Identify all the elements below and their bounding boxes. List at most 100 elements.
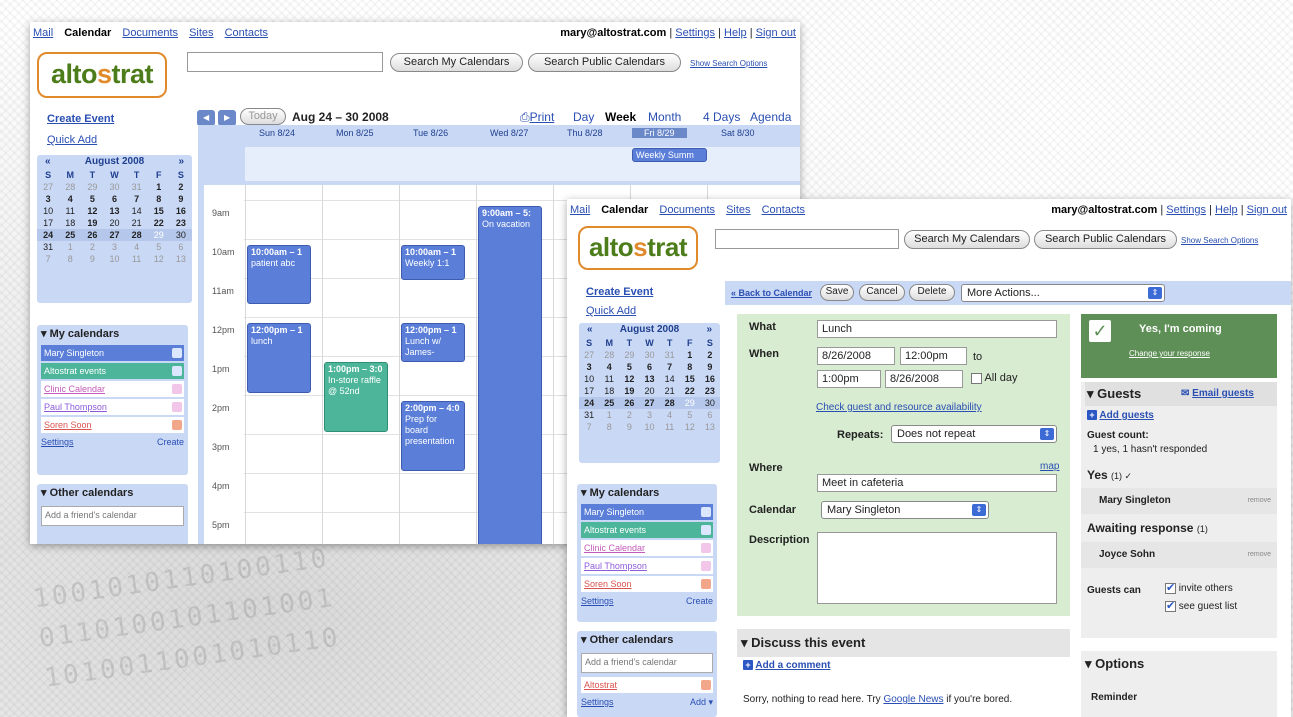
add-friend-calendar-input[interactable]: Add a friend's calendar	[41, 506, 184, 526]
mini-calendar-day[interactable]: 14	[126, 205, 148, 217]
nav-sites[interactable]: Sites	[726, 204, 750, 216]
mini-calendar-day[interactable]: 5	[619, 361, 639, 373]
calendar-item[interactable]: Mary Singleton	[41, 345, 184, 361]
options-title[interactable]: ▾ Options	[1085, 656, 1144, 672]
calendar-item[interactable]: Soren Soon	[581, 576, 713, 592]
today-button[interactable]: Today	[240, 108, 286, 125]
invite-others-checkbox[interactable]	[1165, 581, 1176, 594]
mini-calendar-day[interactable]: 2	[619, 409, 639, 421]
mini-calendar-day[interactable]: 14	[660, 373, 680, 385]
calendar-event[interactable]: 10:00am – 1 patient abc	[247, 245, 311, 304]
mini-calendar-day[interactable]: 20	[639, 385, 659, 397]
calendar-menu-icon[interactable]	[701, 507, 711, 517]
mini-calendar-day[interactable]: 3	[639, 409, 659, 421]
prev-week-button[interactable]: ◀	[197, 110, 215, 126]
mini-calendar-day[interactable]: 28	[659, 397, 680, 409]
mini-calendar-day[interactable]: 18	[59, 217, 81, 229]
calendar-event[interactable]: 9:00am – 5: On vacation	[478, 206, 542, 544]
check-availability-link[interactable]: Check guest and resource availability	[816, 402, 982, 413]
mini-calendar-day[interactable]: 25	[59, 229, 82, 241]
mini-calendar-day[interactable]: 16	[700, 373, 720, 385]
where-input[interactable]: Meet in cafeteria	[817, 474, 1057, 492]
see-guest-list-checkbox[interactable]	[1165, 599, 1176, 612]
mini-calendar-day[interactable]: 12	[680, 421, 700, 433]
mini-calendar-day[interactable]: 31	[579, 409, 599, 421]
mini-calendar-day[interactable]: 26	[81, 229, 104, 241]
calendar-event[interactable]: 2:00pm – 4:0 Prep for board presentation	[401, 401, 465, 472]
calendar-menu-icon[interactable]	[172, 348, 182, 358]
other-calendars-title[interactable]: ▾ Other calendars	[577, 631, 717, 649]
my-calendars-title[interactable]: ▾ My calendars	[37, 325, 188, 343]
mini-calendar-day[interactable]: 23	[170, 217, 192, 229]
calendar-item[interactable]: Clinic Calendar	[581, 540, 713, 556]
mini-calendar-day[interactable]: 2	[81, 241, 103, 253]
repeats-select[interactable]: Does not repeat ⇕	[891, 425, 1057, 443]
prev-month-button[interactable]: «	[45, 155, 51, 169]
mini-calendar-day[interactable]: 27	[37, 181, 59, 193]
mini-calendar-day[interactable]: 5	[680, 409, 700, 421]
all-day-toggle[interactable]: All day	[971, 372, 1017, 384]
guests-title[interactable]: ▾ Guests	[1087, 386, 1141, 402]
mini-calendar-day[interactable]: 3	[579, 361, 599, 373]
mini-calendar-day[interactable]: 20	[103, 217, 125, 229]
more-actions-select[interactable]: More Actions... ⇕	[961, 284, 1165, 302]
calendar-item-altostrat[interactable]: Altostrat	[581, 677, 713, 693]
cancel-button[interactable]: Cancel	[859, 284, 905, 301]
add-comment-link[interactable]: + Add a comment	[743, 660, 830, 671]
mini-calendar-day[interactable]: 31	[37, 241, 59, 253]
quick-add-link[interactable]: Quick Add	[586, 305, 636, 317]
view-tab[interactable]: Day	[573, 110, 594, 124]
next-month-button[interactable]: »	[178, 155, 184, 169]
invite-others-toggle[interactable]: invite others	[1165, 581, 1233, 594]
calendar-menu-icon[interactable]	[701, 525, 711, 535]
view-tab[interactable]: Agenda	[750, 110, 791, 124]
mini-calendar-day[interactable]: 11	[599, 373, 619, 385]
mini-calendar-day[interactable]: 15	[680, 373, 700, 385]
mini-calendar-day[interactable]: 4	[599, 361, 619, 373]
mini-calendar-day[interactable]: 6	[103, 193, 125, 205]
show-search-options-link[interactable]: Show Search Options	[690, 59, 767, 68]
calendar-menu-icon[interactable]	[172, 366, 182, 376]
mini-calendar-day[interactable]: 3	[37, 193, 59, 205]
mini-calendar-day[interactable]: 7	[37, 253, 59, 265]
mini-calendar-day[interactable]: 6	[639, 361, 659, 373]
calendar-menu-icon[interactable]	[701, 561, 711, 571]
mini-calendar-day[interactable]: 4	[59, 193, 81, 205]
mini-calendar-day[interactable]: 27	[103, 229, 126, 241]
mini-calendar-day[interactable]: 24	[37, 229, 60, 241]
quick-add-link[interactable]: Quick Add	[47, 134, 97, 146]
mini-calendar-day[interactable]: 9	[170, 193, 192, 205]
settings-link[interactable]: Settings	[1166, 204, 1206, 216]
search-my-calendars-button[interactable]: Search My Calendars	[904, 230, 1030, 249]
save-button[interactable]: Save	[820, 284, 854, 301]
calendar-event[interactable]: 10:00am – 1 Weekly 1:1	[401, 245, 465, 281]
mini-calendar-day[interactable]: 8	[599, 421, 619, 433]
day-header[interactable]: Sat 8/30	[721, 128, 755, 138]
day-header[interactable]: Sun 8/24	[259, 128, 295, 138]
mini-calendar-day[interactable]: 29	[619, 349, 639, 361]
create-event-link[interactable]: Create Event	[586, 286, 653, 298]
create-calendar-link[interactable]: Create	[686, 596, 713, 606]
calendar-item[interactable]: Soren Soon	[41, 417, 184, 433]
mini-calendar-day[interactable]: 19	[81, 217, 103, 229]
nav-contacts[interactable]: Contacts	[762, 204, 805, 216]
mini-calendar-day[interactable]: 10	[579, 373, 599, 385]
calendar-item[interactable]: Paul Thompson	[581, 558, 713, 574]
mini-calendar-day[interactable]: 11	[59, 205, 81, 217]
mini-calendar-day[interactable]: 13	[700, 421, 720, 433]
mini-calendar-day[interactable]: 12	[148, 253, 170, 265]
mini-calendar-day[interactable]: 31	[126, 181, 148, 193]
other-calendars-title[interactable]: ▾ Other calendars	[37, 484, 188, 502]
calendar-item[interactable]: Altostrat events	[41, 363, 184, 379]
calendar-menu-icon[interactable]	[172, 402, 182, 412]
calendar-menu-icon[interactable]	[701, 543, 711, 553]
nav-mail[interactable]: Mail	[570, 204, 590, 216]
mini-calendar-day[interactable]: 1	[680, 349, 700, 361]
mini-calendar-day[interactable]: 30	[699, 397, 720, 409]
delete-button[interactable]: Delete	[909, 284, 955, 301]
other-settings-link[interactable]: Settings	[581, 697, 614, 707]
calendar-menu-icon[interactable]	[701, 579, 711, 589]
my-calendars-title[interactable]: ▾ My calendars	[577, 484, 717, 502]
mini-calendar-day[interactable]: 11	[660, 421, 680, 433]
view-tab[interactable]: 4 Days	[703, 110, 740, 124]
